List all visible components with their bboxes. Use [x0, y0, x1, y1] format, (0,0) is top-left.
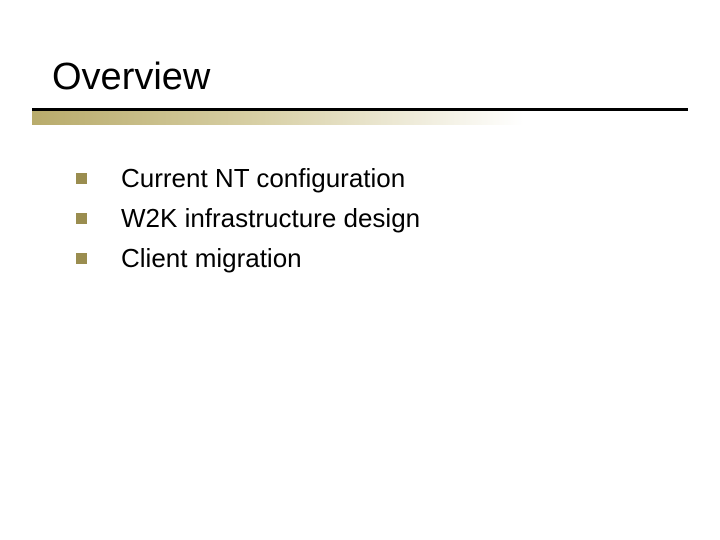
slide-title: Overview [52, 56, 210, 99]
list-item: Client migration [76, 242, 420, 276]
square-bullet-icon [76, 213, 87, 224]
slide: Overview Current NT configuration W2K in… [0, 0, 720, 540]
list-item: W2K infrastructure design [76, 202, 420, 236]
list-item-text: Client migration [121, 242, 302, 276]
bullet-list: Current NT configuration W2K infrastruct… [76, 162, 420, 281]
square-bullet-icon [76, 173, 87, 184]
list-item-text: W2K infrastructure design [121, 202, 420, 236]
list-item-text: Current NT configuration [121, 162, 405, 196]
title-gradient-bar [32, 111, 688, 125]
square-bullet-icon [76, 253, 87, 264]
list-item: Current NT configuration [76, 162, 420, 196]
